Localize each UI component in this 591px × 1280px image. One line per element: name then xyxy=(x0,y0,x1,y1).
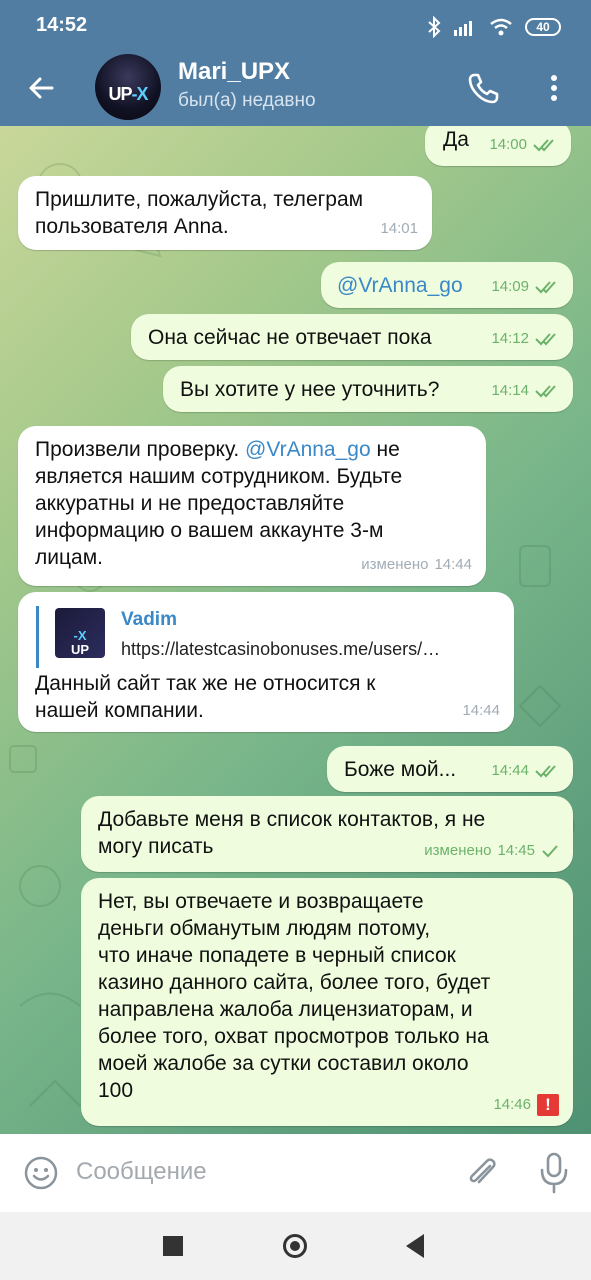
check-icon xyxy=(542,844,558,857)
double-check-icon xyxy=(535,332,556,345)
message-text: Она сейчас не отвечает пока xyxy=(148,326,432,349)
edited-label: изменено xyxy=(361,556,429,573)
message-time: 14:00 xyxy=(489,136,527,153)
battery-icon: 40 xyxy=(525,18,561,36)
message-meta: изменено 14:44 xyxy=(361,551,472,578)
paperclip-icon[interactable] xyxy=(462,1152,502,1194)
link-preview-title: Vadim xyxy=(121,609,177,630)
status-time: 14:52 xyxy=(36,14,88,36)
phone-icon[interactable] xyxy=(462,66,506,110)
status-icons: 40 xyxy=(427,14,561,40)
link-preview[interactable]: UP -X Vadim https://latestcasinobonuses.m… xyxy=(36,606,500,668)
message-composer: Сообщение xyxy=(0,1134,591,1212)
message-text: Да xyxy=(443,128,469,151)
message-time: 14:46 xyxy=(493,1096,531,1113)
message-input[interactable]: Сообщение xyxy=(76,1158,207,1186)
message-meta: 14:46 ! xyxy=(493,1091,559,1118)
message-incoming[interactable]: Произвели проверку. @VrAnna_go не являет… xyxy=(18,426,486,586)
message-outgoing[interactable]: Добавьте меня в список контактов, я не м… xyxy=(81,796,573,872)
recent-apps-button[interactable] xyxy=(163,1236,183,1256)
message-meta: 14:12 xyxy=(491,325,559,352)
message-meta: 14:01 xyxy=(380,215,418,242)
message-time: 14:44 xyxy=(491,762,529,779)
chat-title[interactable]: Mari_UPX xyxy=(178,58,290,86)
chat-header: UP-X Mari_UPX был(а) недавно xyxy=(0,52,591,126)
message-time: 14:44 xyxy=(462,702,500,719)
message-list[interactable]: Да 14:00 Пришлите, пожалуйста, телеграм … xyxy=(0,126,591,1134)
message-meta: 14:44 xyxy=(462,697,500,724)
message-text: Пришлите, пожалуйста, телеграм пользоват… xyxy=(35,188,364,238)
message-meta: 14:44 xyxy=(491,757,559,784)
link-preview-url: https://latestcasinobonuses.me/users/… xyxy=(121,639,441,659)
avatar[interactable]: UP-X xyxy=(95,54,161,120)
message-meta: изменено 14:45 xyxy=(424,837,559,864)
telegram-chat-screen: 14:52 40 UP-X Mari_UPX был(а) недавно Да… xyxy=(0,0,591,1280)
bluetooth-icon xyxy=(428,16,441,38)
message-meta: 14:09 xyxy=(491,273,559,300)
message-outgoing[interactable]: Нет, вы отвечаете и возвращаете деньги о… xyxy=(81,878,573,1126)
message-outgoing[interactable]: Да 14:00 xyxy=(425,126,571,166)
edited-label: изменено xyxy=(424,842,492,859)
mention-link[interactable]: @VrAnna_go xyxy=(337,272,463,299)
message-text: Нет, вы отвечаете и возвращаете деньги о… xyxy=(98,890,491,1102)
message-outgoing[interactable]: Она сейчас не отвечает пока 14:12 xyxy=(131,314,573,360)
last-seen-status: был(а) недавно xyxy=(178,90,316,111)
system-navigation-bar xyxy=(0,1212,591,1280)
message-meta: 14:14 xyxy=(491,377,559,404)
message-time: 14:12 xyxy=(491,330,529,347)
message-meta: 14:00 xyxy=(489,131,557,158)
link-preview-thumbnail: UP -X xyxy=(55,608,105,658)
message-incoming[interactable]: UP -X Vadim https://latestcasinobonuses.m… xyxy=(18,592,514,732)
message-time: 14:01 xyxy=(380,220,418,237)
message-time: 14:45 xyxy=(497,842,535,859)
message-outgoing[interactable]: Боже мой... 14:44 xyxy=(327,746,573,792)
status-bar: 14:52 40 xyxy=(0,0,591,52)
avatar-logo: UP-X xyxy=(108,84,148,104)
wifi-icon xyxy=(490,18,512,36)
message-text: Вы хотите у нее уточнить? xyxy=(180,378,440,401)
emoji-icon[interactable] xyxy=(22,1154,60,1192)
more-menu-icon[interactable] xyxy=(534,66,574,110)
message-text: Произвели проверку. @VrAnna_go не являет… xyxy=(35,438,403,569)
double-check-icon xyxy=(533,138,554,151)
double-check-icon xyxy=(535,384,556,397)
message-time: 14:09 xyxy=(491,278,529,295)
signal-icon xyxy=(454,21,472,36)
message-text: Боже мой... xyxy=(344,758,457,781)
double-check-icon xyxy=(535,764,556,777)
message-incoming[interactable]: Пришлите, пожалуйста, телеграм пользоват… xyxy=(18,176,432,250)
message-outgoing[interactable]: Вы хотите у нее уточнить? 14:14 xyxy=(163,366,573,412)
microphone-icon[interactable] xyxy=(534,1150,574,1196)
back-button[interactable] xyxy=(406,1234,424,1258)
message-time: 14:44 xyxy=(434,556,472,573)
back-arrow-icon[interactable] xyxy=(20,66,64,110)
message-outgoing[interactable]: @VrAnna_go 14:09 xyxy=(321,262,573,308)
send-error-icon[interactable]: ! xyxy=(537,1093,559,1116)
mention-link[interactable]: @VrAnna_go xyxy=(245,438,371,461)
home-button[interactable] xyxy=(283,1234,307,1258)
message-text: Данный сайт так же не относится к нашей … xyxy=(35,672,376,722)
message-time: 14:14 xyxy=(491,382,529,399)
double-check-icon xyxy=(535,280,556,293)
